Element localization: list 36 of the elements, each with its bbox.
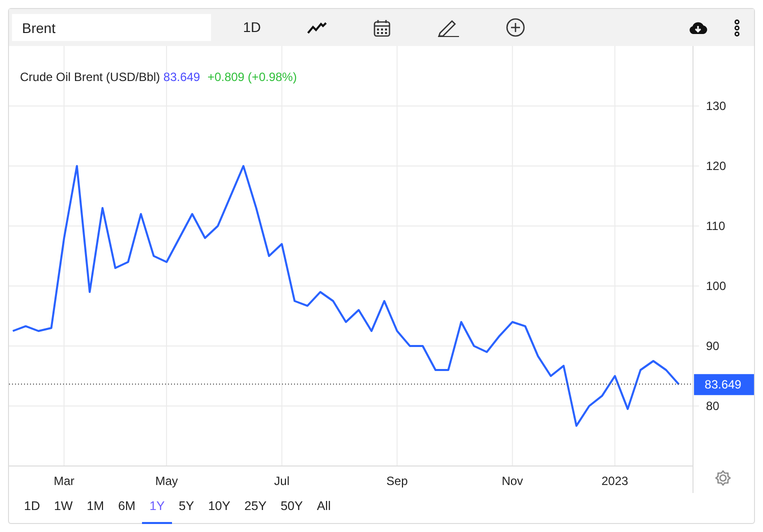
- range-tab[interactable]: 1D: [17, 493, 47, 524]
- range-tab[interactable]: 50Y: [274, 493, 310, 524]
- y-axis-label: 80: [706, 399, 720, 413]
- x-axis-label: Sep: [386, 474, 408, 488]
- interval-button[interactable]: 1D: [237, 15, 267, 40]
- search-field[interactable]: Brent: [12, 14, 211, 41]
- range-tab[interactable]: 1Y: [142, 493, 172, 524]
- plus-circle-icon: [506, 18, 525, 37]
- range-tab[interactable]: 25Y: [237, 493, 274, 524]
- x-axis-label: Jul: [274, 474, 290, 488]
- range-tab[interactable]: 10Y: [201, 493, 238, 524]
- y-axis-label: 130: [706, 99, 726, 113]
- x-axis-label: Nov: [502, 474, 524, 488]
- x-axis-label: May: [155, 474, 178, 488]
- calendar-icon: [372, 18, 391, 36]
- y-axis-label: 100: [706, 279, 726, 293]
- more-icon: [734, 18, 740, 36]
- x-axis-label: 2023: [602, 474, 628, 488]
- cloud-download-icon: [688, 20, 708, 34]
- pencil-icon: [436, 18, 460, 37]
- legend-price: 83.649: [163, 70, 200, 84]
- range-tab[interactable]: All: [310, 493, 338, 524]
- price-tag-background: [694, 374, 754, 396]
- settings-icon[interactable]: [714, 470, 732, 486]
- range-tab[interactable]: 1W: [46, 493, 80, 524]
- legend-title: Crude Oil Brent (USD/Bbl): [20, 70, 160, 84]
- legend-change: +0.809 (+0.98%): [207, 70, 297, 84]
- range-tab[interactable]: 6M: [111, 493, 142, 524]
- range-tab[interactable]: 5Y: [172, 493, 202, 524]
- y-axis-label: 90: [706, 339, 720, 353]
- x-axis-label: Mar: [54, 474, 74, 488]
- range-tab[interactable]: 1M: [80, 493, 112, 524]
- line-chart-icon: [306, 22, 327, 34]
- y-axis-label: 120: [706, 159, 726, 173]
- price-tag: 83.649: [704, 378, 742, 392]
- y-axis-label: 110: [706, 219, 726, 233]
